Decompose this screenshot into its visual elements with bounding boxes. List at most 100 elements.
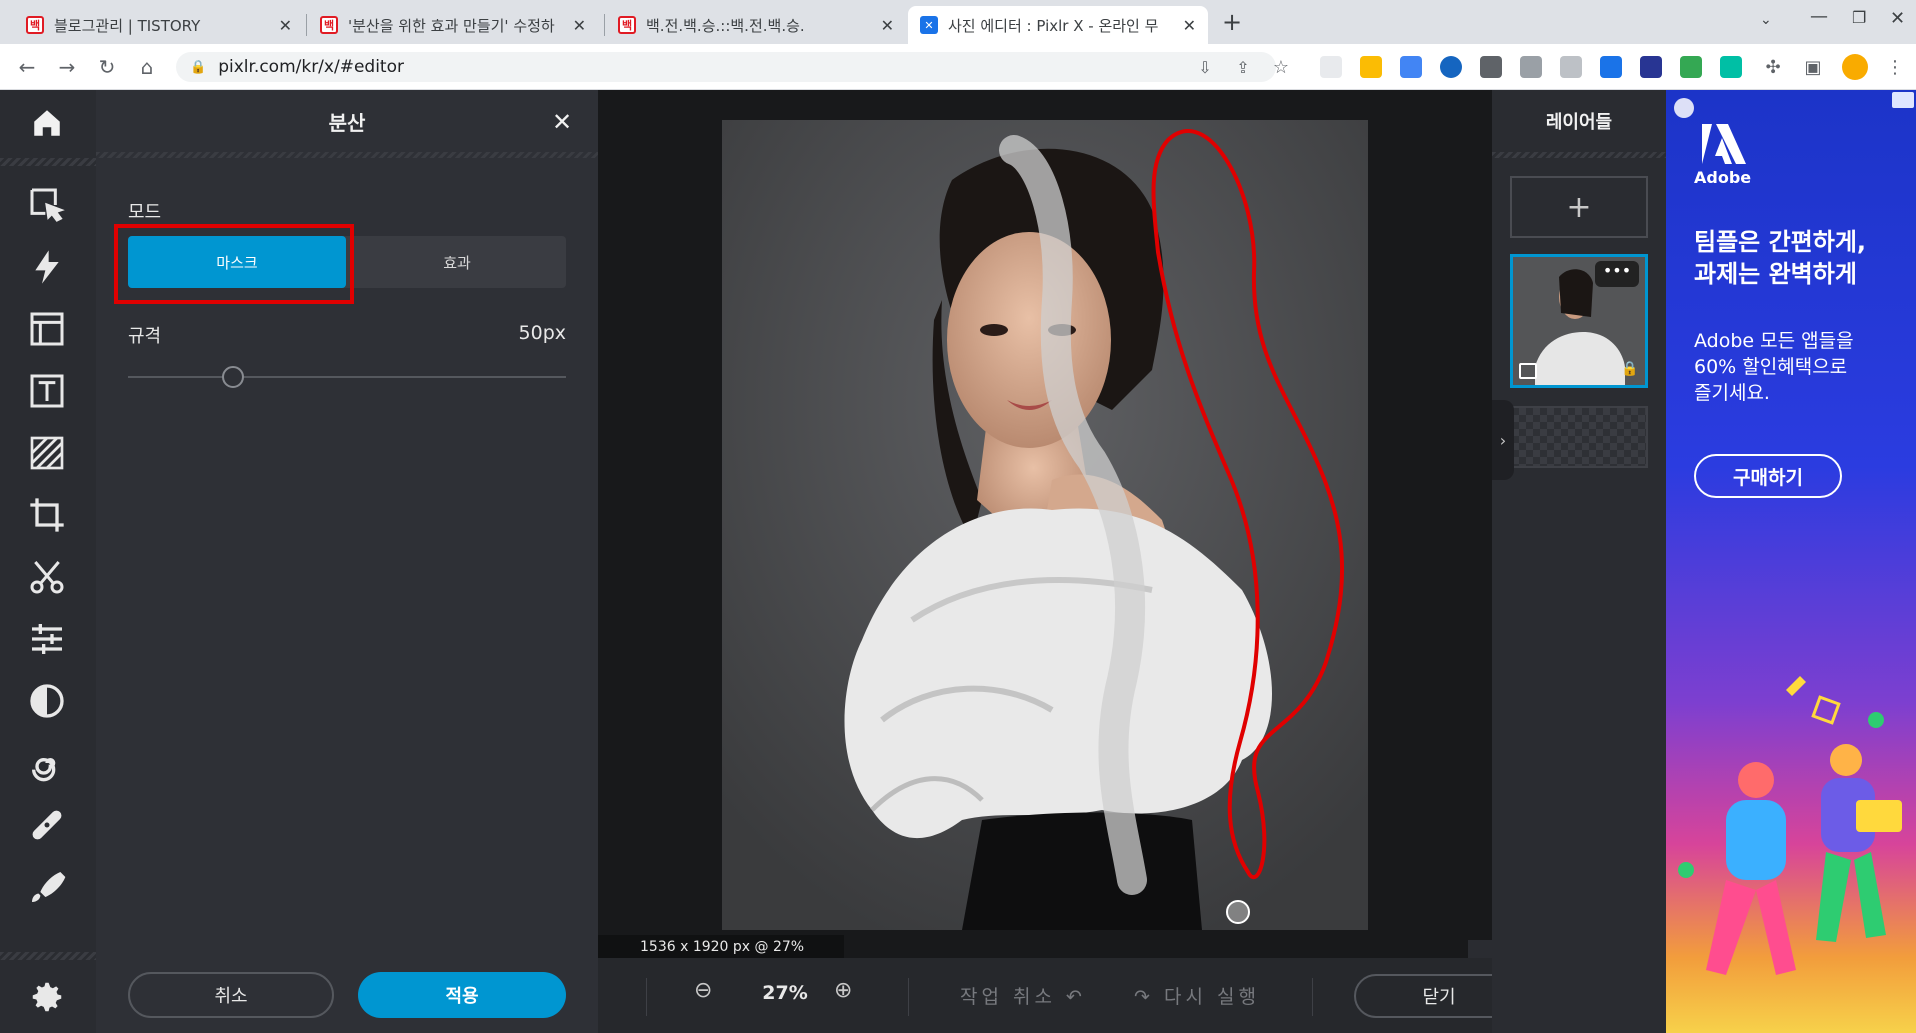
- cutout-tool-icon[interactable]: [22, 552, 72, 602]
- layer-more-icon[interactable]: •••: [1595, 261, 1639, 287]
- lock-icon: 🔒: [190, 59, 207, 75]
- profile-avatar[interactable]: [1842, 54, 1868, 80]
- redo-icon: ↷: [1134, 986, 1154, 1008]
- pen-extension-icon[interactable]: [1600, 56, 1622, 78]
- size-slider-handle[interactable]: [222, 366, 245, 388]
- canvas-area[interactable]: 1536 x 1920 px @ 27%: [598, 90, 1492, 958]
- tab-title: '분산을 위한 효과 만들기' 수정하: [348, 16, 555, 35]
- arrange-tool-icon[interactable]: [22, 180, 72, 230]
- home-icon[interactable]: ⌂: [134, 54, 160, 80]
- sidepanel-icon[interactable]: ▣: [1800, 54, 1826, 80]
- layers-title: 레이어들: [1545, 112, 1613, 133]
- lock-icon[interactable]: 🔒: [1621, 361, 1638, 377]
- install-icon[interactable]: ⇩: [1192, 54, 1218, 80]
- teal-extension-icon[interactable]: [1720, 56, 1742, 78]
- tab-edit-post[interactable]: 백 '분산을 위한 효과 만들기' 수정하 ✕: [308, 6, 598, 44]
- expand-panel-icon[interactable]: ›: [1492, 400, 1514, 480]
- layout-tool-icon[interactable]: [22, 304, 72, 354]
- menu-icon[interactable]: ⋮: [1882, 54, 1908, 80]
- redo-button[interactable]: ↷ 다시 실행: [1134, 982, 1260, 1009]
- tistory-icon: 백: [320, 16, 338, 34]
- tab-blog-home[interactable]: 백 백.전.백.승.::백.전.백.승. ✕: [606, 6, 906, 44]
- green-extension-icon[interactable]: [1680, 56, 1702, 78]
- size-label: 규격: [128, 326, 162, 347]
- zoom-out-icon[interactable]: ⊖: [694, 978, 712, 1003]
- tistory-icon: 백: [618, 16, 636, 34]
- url-text: pixlr.com/kr/x/#editor: [218, 57, 404, 77]
- adobe-logo-icon: [1702, 124, 1746, 164]
- undo-button[interactable]: 작업 취소 ↶: [960, 982, 1086, 1009]
- add-layer-button[interactable]: +: [1510, 176, 1648, 238]
- shield-extension-icon[interactable]: [1520, 56, 1542, 78]
- share-icon[interactable]: ⇪: [1230, 54, 1256, 80]
- back-icon[interactable]: ←: [14, 54, 40, 80]
- close-icon[interactable]: ✕: [881, 16, 894, 35]
- apply-button[interactable]: 적용: [358, 972, 566, 1018]
- ad-headline-1: 팀플은 간편하게,: [1694, 228, 1867, 256]
- text-tool-icon[interactable]: [22, 366, 72, 416]
- size-slider-track[interactable]: [128, 376, 566, 378]
- tab-title: 사진 에디터 : Pixlr X - 온라인 무: [948, 16, 1159, 35]
- home-icon[interactable]: [22, 98, 72, 148]
- cursor-extension-icon[interactable]: [1320, 56, 1342, 78]
- background-layer[interactable]: [1510, 406, 1648, 468]
- vpn-extension-icon[interactable]: [1440, 56, 1462, 78]
- keep-extension-icon[interactable]: [1360, 56, 1382, 78]
- red-highlight-box: [114, 224, 354, 304]
- tab-tistory-blog-admin[interactable]: 백 블로그관리 | TISTORY ✕: [14, 6, 304, 44]
- minimize-icon[interactable]: —: [1810, 6, 1828, 27]
- size-value: 50px: [518, 322, 566, 344]
- ad-headline-2: 과제는 완벽하게: [1694, 260, 1857, 288]
- mode-effect-button[interactable]: 효과: [348, 236, 566, 288]
- mode-label: 모드: [128, 202, 162, 223]
- adobe-ad[interactable]: Adobe 팀플은 간편하게, 과제는 완벽하게 Adobe 모든 앱들을 60…: [1666, 90, 1916, 1033]
- translate-extension-icon[interactable]: [1400, 56, 1422, 78]
- layer-thumbnail[interactable]: ••• 🔒: [1510, 254, 1648, 388]
- restore-icon[interactable]: ❐: [1852, 8, 1866, 27]
- pixlr-icon: ✕: [920, 16, 938, 34]
- tab-title: 백.전.백.승.::백.전.백.승.: [646, 16, 805, 35]
- auto-fix-tool-icon[interactable]: [22, 242, 72, 292]
- window-close-icon[interactable]: ✕: [1890, 8, 1905, 29]
- panel-title: 분산: [328, 110, 366, 135]
- ad-buy-button[interactable]: 구매하기: [1694, 454, 1842, 498]
- undo-label: 작업 취소: [960, 986, 1056, 1008]
- adjust-tool-icon[interactable]: [22, 614, 72, 664]
- bottom-bar: ⊖ 27% ⊕ 작업 취소 ↶ ↷ 다시 실행 닫기 저장: [598, 958, 1684, 1033]
- new-tab-icon[interactable]: +: [1222, 8, 1242, 36]
- image-layer-icon: [1519, 363, 1537, 379]
- ad-body-2: 60% 할인혜택으로: [1694, 356, 1848, 378]
- ad-badge-icon[interactable]: [1674, 98, 1694, 118]
- adobe-brand: Adobe: [1694, 168, 1752, 187]
- mail-extension-icon[interactable]: [1560, 56, 1582, 78]
- element-tool-icon[interactable]: [22, 428, 72, 478]
- zoom-level[interactable]: 27%: [750, 982, 820, 1004]
- reload-icon[interactable]: ↻: [94, 54, 120, 80]
- close-icon[interactable]: ✕: [279, 16, 292, 35]
- cancel-button[interactable]: 취소: [128, 972, 334, 1018]
- zoom-in-icon[interactable]: ⊕: [834, 978, 852, 1003]
- draw-tool-icon[interactable]: [22, 862, 72, 912]
- tab-pixlr-editor[interactable]: ✕ 사진 에디터 : Pixlr X - 온라인 무 ✕: [908, 6, 1208, 44]
- retouch-tool-icon[interactable]: [22, 800, 72, 850]
- liquify-tool-icon[interactable]: [22, 738, 72, 788]
- close-icon[interactable]: ✕: [573, 16, 586, 35]
- bookmark-star-icon[interactable]: ☆: [1268, 54, 1294, 80]
- forward-icon[interactable]: →: [54, 54, 80, 80]
- close-icon[interactable]: ✕: [1183, 16, 1196, 35]
- filter-tool-icon[interactable]: [22, 676, 72, 726]
- crop-tool-icon[interactable]: [22, 490, 72, 540]
- canvas-info: 1536 x 1920 px @ 27%: [598, 935, 844, 958]
- tab-search-icon[interactable]: ⌄: [1760, 12, 1772, 28]
- layers-panel: 레이어들 + ••• 🔒 ›: [1492, 90, 1666, 1033]
- settings-gear-icon[interactable]: [22, 972, 72, 1022]
- close-panel-icon[interactable]: ✕: [552, 108, 572, 136]
- picture-extension-icon[interactable]: [1640, 56, 1662, 78]
- ublock-extension-icon[interactable]: [1480, 56, 1502, 78]
- extensions-puzzle-icon[interactable]: ✣: [1760, 54, 1786, 80]
- disperse-panel: 분산 ✕ 모드 마스크 효과 규격 50px 취소 적용: [96, 90, 598, 1033]
- ad-choices-icon[interactable]: [1892, 92, 1914, 108]
- tistory-icon: 백: [26, 16, 44, 34]
- address-bar[interactable]: 🔒 pixlr.com/kr/x/#editor: [176, 52, 1276, 82]
- red-outline-annotation: [1151, 129, 1345, 880]
